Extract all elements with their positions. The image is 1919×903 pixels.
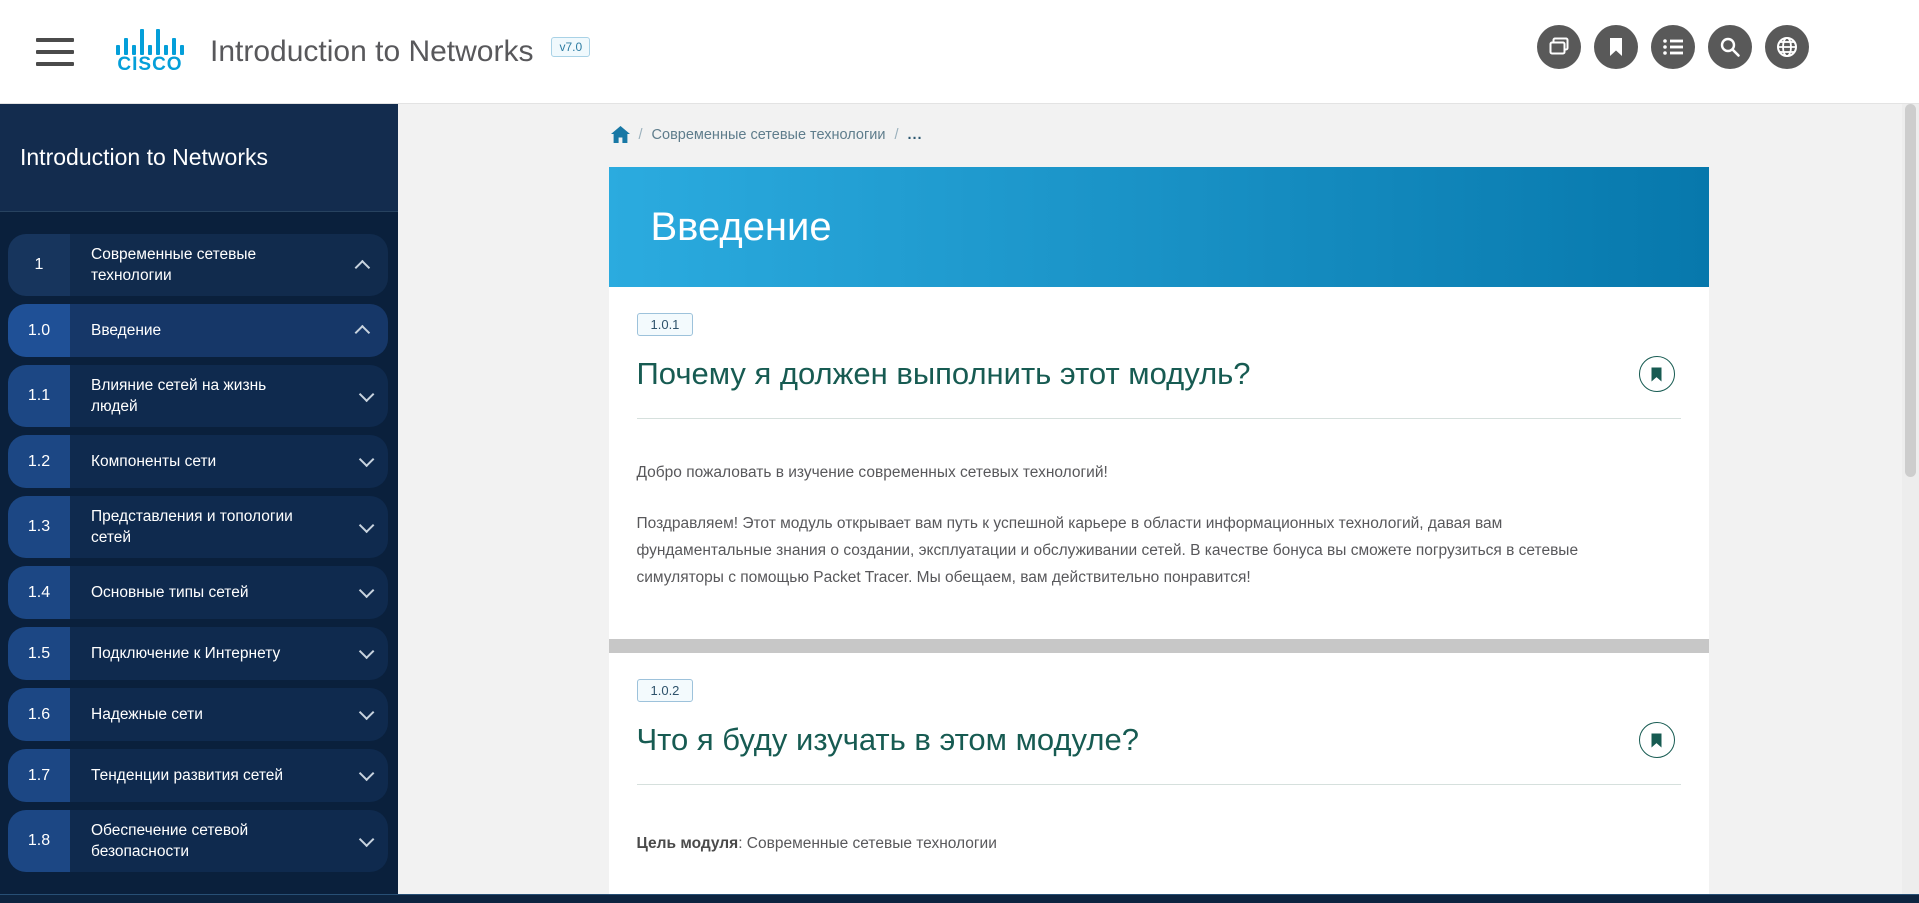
hamburger-menu-icon[interactable]	[36, 38, 74, 66]
section-heading: Почему я должен выполнить этот модуль?	[637, 356, 1251, 392]
sidebar-item-1-6[interactable]: 1.6 Надежные сети	[8, 688, 388, 741]
item-label: Современные сетевые технологии	[91, 244, 303, 286]
cisco-logo[interactable]: CISCO	[116, 29, 184, 75]
table-of-contents: 1 Современные сетевые технологии 1.0 Вве…	[0, 212, 398, 872]
item-number: 1.8	[8, 810, 70, 872]
bookmark-icon[interactable]	[1594, 25, 1638, 69]
sidebar-item-1-4[interactable]: 1.4 Основные типы сетей	[8, 566, 388, 619]
chevron-down-icon[interactable]	[359, 644, 375, 660]
item-number: 1.7	[8, 749, 70, 802]
chevron-down-icon[interactable]	[359, 386, 375, 402]
item-number: 1.3	[8, 496, 70, 558]
item-label: Основные типы сетей	[91, 582, 249, 603]
chevron-down-icon[interactable]	[359, 517, 375, 533]
netacad-course-page: CISCO Introduction to Networks v7.0	[0, 0, 1919, 903]
item-label: Влияние сетей на жизнь людей	[91, 375, 303, 417]
chevron-up-icon[interactable]	[355, 259, 371, 275]
item-number: 1	[8, 234, 70, 296]
scrollbar-thumb[interactable]	[1905, 104, 1916, 477]
breadcrumb-ellipsis[interactable]: ...	[908, 127, 923, 143]
windows-icon[interactable]	[1537, 25, 1581, 69]
search-icon[interactable]	[1708, 25, 1752, 69]
cisco-bridge-icon	[116, 29, 184, 55]
sidebar-course-title: Introduction to Networks	[20, 144, 268, 171]
module-goal-label: Цель модуля	[637, 835, 739, 852]
chevron-down-icon[interactable]	[359, 583, 375, 599]
bookmark-icon	[1650, 367, 1663, 382]
topic-banner: Введение	[609, 167, 1709, 287]
item-label: Подключение к Интернету	[91, 643, 280, 664]
chevron-down-icon[interactable]	[359, 452, 375, 468]
top-header: CISCO Introduction to Networks v7.0	[0, 0, 1919, 104]
section-separator-bar	[609, 639, 1709, 653]
version-badge: v7.0	[551, 37, 590, 57]
page-scrollbar[interactable]	[1902, 104, 1919, 903]
breadcrumb-separator: /	[639, 127, 643, 143]
bookmark-section-button[interactable]	[1639, 722, 1675, 758]
chevron-up-icon[interactable]	[355, 325, 371, 341]
item-label: Введение	[91, 320, 161, 341]
home-icon[interactable]	[611, 126, 630, 143]
chevron-down-icon[interactable]	[359, 705, 375, 721]
bottom-footer-bar	[0, 894, 1919, 903]
sidebar-item-1-3[interactable]: 1.3 Представления и топологии сетей	[8, 496, 388, 558]
header-toolbar	[1537, 25, 1809, 69]
item-number: 1.1	[8, 365, 70, 427]
item-label: Компоненты сети	[91, 451, 216, 472]
sidebar-header: Introduction to Networks	[0, 104, 398, 212]
item-label: Тенденции развития сетей	[91, 765, 283, 786]
item-number: 1.6	[8, 688, 70, 741]
bookmark-icon	[1650, 733, 1663, 748]
paragraph: Добро пожаловать в изучение современных …	[637, 459, 1642, 486]
list-icon[interactable]	[1651, 25, 1695, 69]
section-divider-line	[637, 784, 1681, 785]
sidebar-item-1-7[interactable]: 1.7 Тенденции развития сетей	[8, 749, 388, 802]
item-label: Обеспечение сетевой безопасности	[91, 820, 303, 862]
section-1-0-1: 1.0.1 Почему я должен выполнить этот мод…	[609, 287, 1709, 639]
sidebar-item-1-0[interactable]: 1.0 Введение	[8, 304, 388, 357]
globe-icon[interactable]	[1765, 25, 1809, 69]
course-sidebar: Introduction to Networks 1 Современные с…	[0, 104, 398, 903]
section-heading: Что я буду изучать в этом модуле?	[637, 722, 1139, 758]
item-number: 1.0	[8, 304, 70, 357]
item-number: 1.4	[8, 566, 70, 619]
module-goal-line: Цель модуля: Современные сетевые техноло…	[637, 835, 1681, 853]
paragraph: Поздравляем! Этот модуль открывает вам п…	[637, 510, 1642, 591]
section-divider-line	[637, 418, 1681, 419]
section-1-0-2: 1.0.2 Что я буду изучать в этом модуле? …	[609, 653, 1709, 903]
sidebar-item-1-1[interactable]: 1.1 Влияние сетей на жизнь людей	[8, 365, 388, 427]
breadcrumb-separator: /	[894, 127, 898, 143]
module-goal-text: : Современные сетевые технологии	[738, 835, 997, 852]
sidebar-item-1-5[interactable]: 1.5 Подключение к Интернету	[8, 627, 388, 680]
item-label: Представления и топологии сетей	[91, 506, 303, 548]
section-number-badge: 1.0.2	[637, 679, 694, 702]
item-number: 1.2	[8, 435, 70, 488]
breadcrumb-module-link[interactable]: Современные сетевые технологии	[652, 127, 886, 143]
chevron-down-icon[interactable]	[359, 766, 375, 782]
cisco-logo-word: CISCO	[117, 55, 182, 75]
item-label: Надежные сети	[91, 704, 203, 725]
sidebar-item-module-1[interactable]: 1 Современные сетевые технологии	[8, 234, 388, 296]
item-number: 1.5	[8, 627, 70, 680]
sidebar-item-1-2[interactable]: 1.2 Компоненты сети	[8, 435, 388, 488]
chevron-down-icon[interactable]	[359, 831, 375, 847]
sidebar-item-1-8[interactable]: 1.8 Обеспечение сетевой безопасности	[8, 810, 388, 872]
breadcrumb: / Современные сетевые технологии / ...	[611, 126, 1709, 143]
main-content-area: / Современные сетевые технологии / ... В…	[398, 104, 1919, 903]
section-number-badge: 1.0.1	[637, 313, 694, 336]
course-title: Introduction to Networks	[210, 35, 533, 69]
bookmark-section-button[interactable]	[1639, 356, 1675, 392]
topic-banner-title: Введение	[651, 205, 832, 250]
